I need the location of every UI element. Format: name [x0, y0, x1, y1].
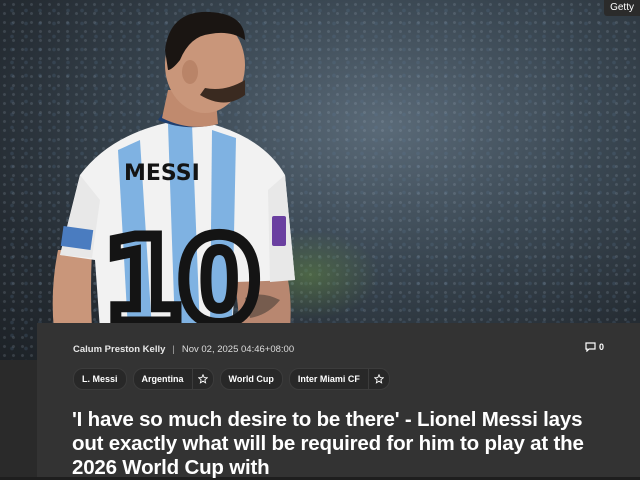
star-icon	[373, 374, 384, 384]
tag-messi[interactable]: L. Messi	[73, 368, 127, 390]
tag-label: Argentina	[141, 374, 184, 384]
jersey-name: MESSI	[124, 161, 200, 186]
tag-argentina[interactable]: Argentina	[132, 368, 214, 390]
side-strip	[0, 360, 37, 477]
meta-separator: |	[172, 343, 175, 355]
player-figure: MESSI 10	[52, 11, 295, 330]
tag-label: World Cup	[228, 374, 274, 384]
tag-world-cup[interactable]: World Cup	[219, 368, 283, 390]
tag-label: L. Messi	[82, 374, 118, 384]
publish-date: Nov 02, 2025 04:46+08:00	[181, 343, 295, 355]
article-meta: Calum Preston Kelly | Nov 02, 2025 04:46…	[73, 342, 294, 356]
follow-argentina-button[interactable]	[191, 369, 213, 389]
star-icon	[197, 374, 208, 384]
article-headline: 'I have so much desire to be there' - Li…	[72, 408, 584, 479]
tag-list: L. Messi Argentina World Cup Inter Miami…	[73, 368, 390, 390]
tag-label: Inter Miami CF	[297, 374, 360, 384]
comments-button[interactable]: 0	[585, 342, 604, 352]
follow-inter-miami-button[interactable]	[367, 369, 389, 389]
image-credit: Getty	[604, 0, 640, 16]
author-link[interactable]: Calum Preston Kelly	[73, 344, 165, 355]
hero-image: MESSI 10 Getty	[0, 0, 640, 360]
article-card: Calum Preston Kelly | Nov 02, 2025 04:46…	[37, 323, 640, 479]
comment-count: 0	[598, 342, 604, 352]
tag-inter-miami[interactable]: Inter Miami CF	[288, 368, 390, 390]
jersey-number: 10	[102, 212, 255, 330]
comment-icon	[585, 342, 596, 352]
